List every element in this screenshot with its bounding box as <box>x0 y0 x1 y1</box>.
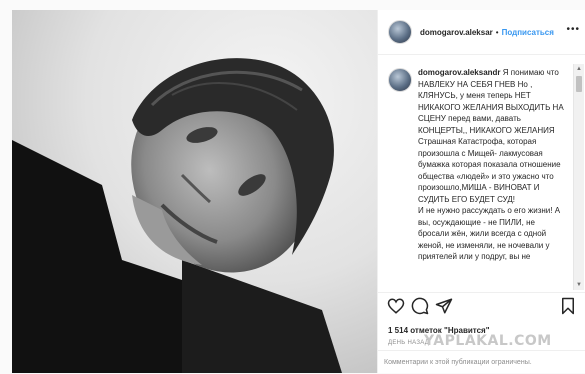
scroll-down-icon[interactable]: ▼ <box>574 280 584 290</box>
header-username[interactable]: domogarov.aleksar <box>420 28 493 37</box>
post-header: domogarov.aleksar • Подписаться ••• <box>378 10 585 55</box>
watermark-text: YAPLAKAL.COM <box>424 333 552 349</box>
comments-area: domogarov.aleksandr Я понимаю что НАВЛЕК… <box>378 62 574 290</box>
avatar[interactable] <box>388 68 412 92</box>
caption-text: Я понимаю что НАВЛЕКУ НА СЕБЯ ГНЕВ Но , … <box>418 68 564 261</box>
heart-icon[interactable] <box>387 297 405 315</box>
comment-icon[interactable] <box>411 297 429 315</box>
bookmark-icon[interactable] <box>559 297 577 315</box>
portrait-image <box>12 10 377 373</box>
scroll-up-icon[interactable]: ▲ <box>574 64 584 74</box>
share-icon[interactable] <box>435 297 453 315</box>
scrollbar-thumb[interactable] <box>576 76 582 92</box>
avatar[interactable] <box>388 20 412 44</box>
caption-username[interactable]: domogarov.aleksandr <box>418 68 501 77</box>
action-bar <box>378 292 585 317</box>
ellipsis-icon[interactable]: ••• <box>566 24 580 35</box>
caption: domogarov.aleksandr Я понимаю что НАВЛЕК… <box>418 67 566 263</box>
scrollbar[interactable]: ▲ ▼ <box>573 64 584 290</box>
comments-disabled-notice: Комментарии к этой публикации ограничены… <box>378 350 585 374</box>
follow-button[interactable]: Подписаться <box>502 28 554 37</box>
post-side-panel: domogarov.aleksar • Подписаться ••• domo… <box>377 10 585 373</box>
post-photo[interactable] <box>12 10 377 373</box>
post-timestamp[interactable]: ДЕНЬ НАЗАД <box>388 340 429 346</box>
separator-dot: • <box>495 27 499 37</box>
